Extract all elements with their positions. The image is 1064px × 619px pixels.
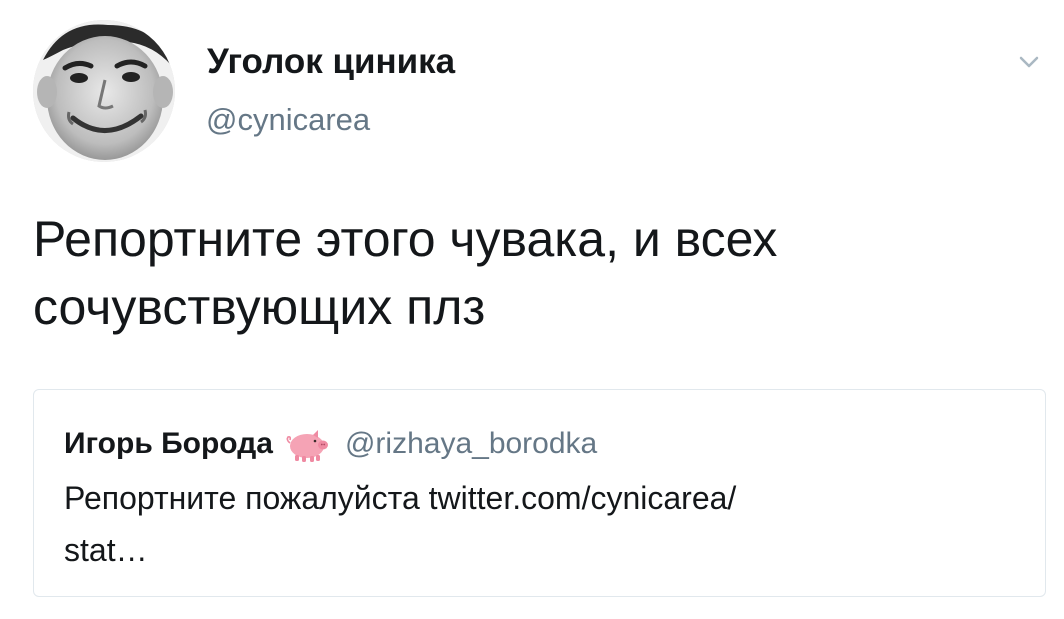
chevron-down-icon[interactable] [1012,44,1046,78]
display-name[interactable]: Уголок циника [207,44,455,79]
quoted-tweet-header: Игорь Борода @rizhaya_borodka [64,424,597,464]
tweet: Уголок циника @cynicarea Репортните этог… [0,0,1064,619]
user-handle[interactable]: @cynicarea [206,104,370,135]
quoted-display-name: Игорь Борода [64,427,273,460]
tweet-text: Репортните этого чувака, и всех сочувств… [33,205,1033,341]
quoted-tweet-card[interactable]: Игорь Борода @rizhaya_borodka Репортните… [33,389,1046,597]
quoted-user-handle: @rizhaya_borodka [344,427,598,460]
avatar-photo [33,20,175,162]
tweet-text-line: Репортните этого чувака, и всех [33,211,778,267]
quoted-tweet-text-line: stat… [64,532,148,568]
quoted-tweet-text: Репортните пожалуйста twitter.com/cynica… [64,472,1014,576]
avatar[interactable] [33,20,175,162]
pig-emoji-icon [286,430,328,462]
quoted-tweet-text-line: Репортните пожалуйста twitter.com/cynica… [64,480,737,516]
tweet-text-line: сочувствующих плз [33,279,486,335]
